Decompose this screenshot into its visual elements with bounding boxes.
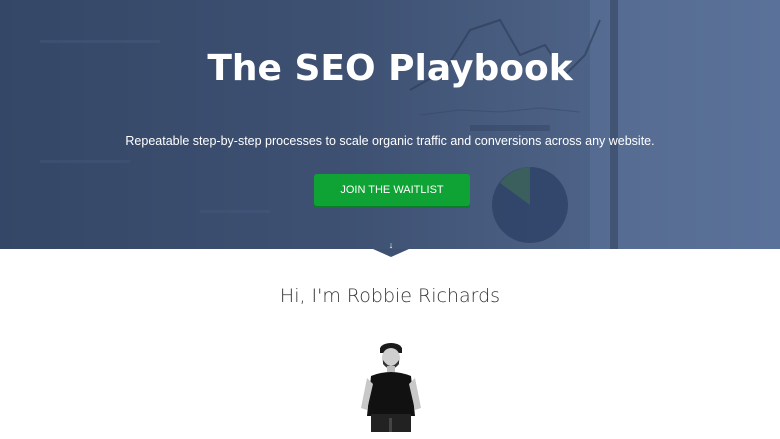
- scroll-notch: [373, 249, 409, 257]
- arrow-down-icon[interactable]: ↓: [386, 240, 396, 250]
- join-waitlist-button[interactable]: JOIN THE WAITLIST: [314, 174, 470, 206]
- avatar: [353, 336, 429, 432]
- hero-title: The SEO Playbook: [207, 48, 573, 89]
- hero-section: The SEO Playbook Repeatable step-by-step…: [0, 0, 780, 249]
- hero-subtitle: Repeatable step-by-step processes to sca…: [125, 134, 655, 148]
- intro-heading: Hi, I'm Robbie Richards: [279, 285, 501, 307]
- hero-background-image: [40, 0, 780, 249]
